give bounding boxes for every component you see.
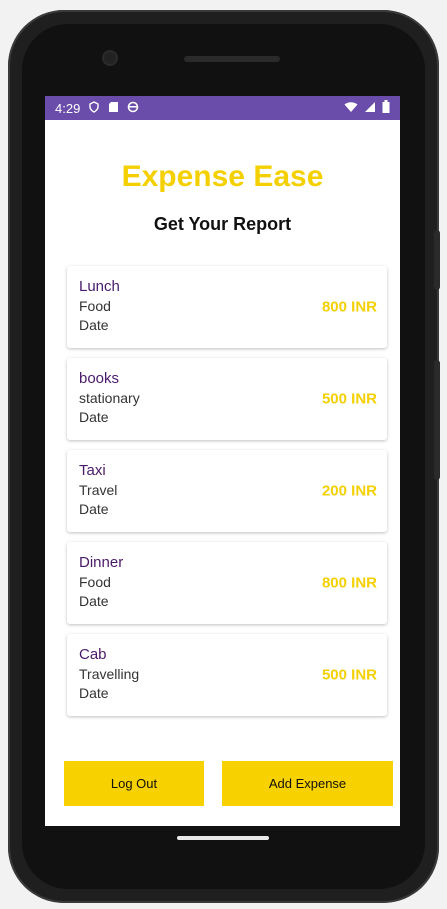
expense-amount: 500 INR — [321, 390, 377, 408]
expense-name: Lunch — [79, 278, 120, 295]
logout-button[interactable]: Log Out — [64, 761, 204, 806]
status-right — [344, 100, 390, 116]
expense-amount: 800 INR — [321, 298, 377, 316]
shield-icon — [88, 100, 100, 116]
add-expense-button[interactable]: Add Expense — [222, 761, 393, 806]
expense-name: books — [79, 370, 120, 387]
expense-card[interactable]: Lunch Food Date 800 INR — [67, 266, 387, 348]
expense-amount: 200 INR — [321, 482, 377, 500]
expense-name: Taxi — [79, 462, 106, 479]
page-subtitle: Get Your Report — [153, 214, 292, 234]
expense-amount: 500 INR — [321, 666, 377, 684]
status-bar: 4:29 — [45, 96, 400, 120]
expense-card[interactable]: Cab Travelling Date 500 INR — [67, 634, 387, 716]
expense-list: Lunch Food Date 800 INR books stationary… — [67, 266, 387, 726]
wifi-icon — [344, 101, 358, 116]
power-button — [434, 230, 440, 290]
app-title: Expense Ease — [121, 160, 324, 193]
expense-date: Date — [79, 409, 109, 425]
expense-date: Date — [79, 593, 109, 609]
navigation-bar — [45, 826, 400, 881]
signal-icon — [364, 101, 376, 116]
expense-name: Dinner — [79, 554, 124, 571]
earpiece-speaker — [184, 56, 280, 62]
status-time: 4:29 — [55, 100, 81, 116]
expense-card[interactable]: books stationary Date 500 INR — [67, 358, 387, 440]
home-indicator[interactable] — [177, 836, 269, 840]
app-screen: 4:29 Expense Ease Get Your Report Lunch … — [45, 96, 400, 826]
circle-icon — [127, 101, 139, 116]
front-camera — [104, 52, 116, 64]
volume-buttons — [434, 360, 440, 480]
expense-amount: 800 INR — [321, 574, 377, 592]
battery-icon — [382, 100, 390, 116]
expense-card[interactable]: Taxi Travel Date 200 INR — [67, 450, 387, 532]
expense-name: Cab — [79, 646, 107, 663]
expense-date: Date — [79, 685, 109, 701]
status-left: 4:29 — [55, 101, 139, 116]
expense-date: Date — [79, 501, 109, 517]
sd-card-icon — [108, 101, 119, 116]
expense-card[interactable]: Dinner Food Date 800 INR — [67, 542, 387, 624]
expense-date: Date — [79, 317, 109, 333]
